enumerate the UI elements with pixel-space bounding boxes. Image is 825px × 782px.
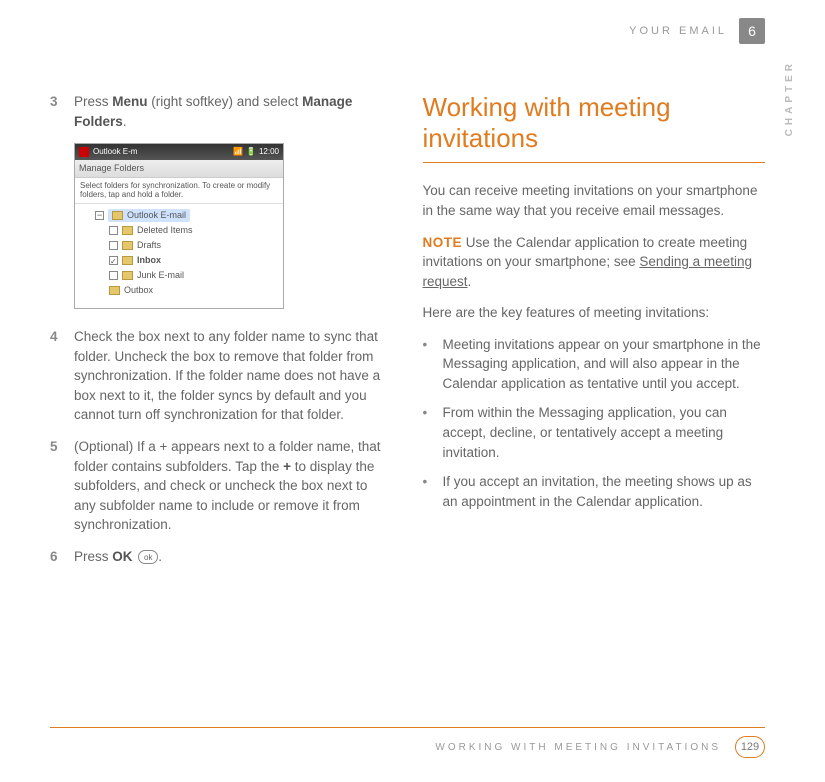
collapse-icon: − <box>95 211 104 220</box>
folder-icon <box>122 271 133 280</box>
chapter-number-badge: 6 <box>739 18 765 44</box>
text: (right softkey) and select <box>148 94 303 109</box>
text: . <box>158 549 162 564</box>
tree-item-label: Outbox <box>124 284 153 297</box>
paragraph: You can receive meeting invitations on y… <box>423 181 766 220</box>
embedded-screenshot: Outlook E-m 📶🔋12:00 Manage Folders Selec… <box>74 143 284 309</box>
bullet-list: Meeting invitations appear on your smart… <box>423 335 766 512</box>
page: YOUR EMAIL 6 CHAPTER 3 Press Menu (right… <box>0 0 825 782</box>
text: . <box>123 114 127 129</box>
tree-item-label: Junk E-mail <box>137 269 184 282</box>
page-footer: WORKING WITH MEETING INVITATIONS 129 <box>435 736 765 758</box>
windows-flag-icon <box>79 147 89 157</box>
checkbox-checked-icon <box>109 256 118 265</box>
bold: Menu <box>112 94 147 109</box>
tree-root-label: Outlook E-mail <box>127 209 186 222</box>
tree-item-label: Drafts <box>137 239 161 252</box>
bold: OK <box>112 549 132 564</box>
note-paragraph: NOTE Use the Calendar application to cre… <box>423 233 766 292</box>
step-3: 3 Press Menu (right softkey) and select … <box>50 92 393 131</box>
tree-item: Inbox <box>81 253 277 268</box>
tree-root: − Outlook E-mail <box>81 208 277 223</box>
step-body: (Optional) If a + appears next to a fold… <box>74 437 393 535</box>
tree-item-label: Inbox <box>137 254 161 267</box>
tree-item-label: Deleted Items <box>137 224 193 237</box>
tree-item: Deleted Items <box>81 223 277 238</box>
text: Press <box>74 549 112 564</box>
step-number: 5 <box>50 437 64 535</box>
battery-icon: 🔋 <box>246 147 256 156</box>
running-header: YOUR EMAIL 6 <box>629 18 765 44</box>
ss-folder-tree: − Outlook E-mail Deleted Items Drafts In… <box>75 204 283 308</box>
tree-item: Outbox <box>81 283 277 298</box>
text: Press <box>74 94 112 109</box>
list-item-text: Meeting invitations appear on your smart… <box>443 335 766 394</box>
right-column: Working with meeting invitations You can… <box>423 92 766 578</box>
status-icons: 📶🔋12:00 <box>230 146 279 158</box>
ss-title: Outlook E-m <box>93 146 137 158</box>
ss-time: 12:00 <box>259 147 279 156</box>
heading-rule <box>423 162 766 163</box>
footer-rule <box>50 727 765 728</box>
tree-item: Junk E-mail <box>81 268 277 283</box>
folder-icon <box>112 211 123 220</box>
footer-section-title: WORKING WITH MEETING INVITATIONS <box>435 742 721 753</box>
page-number: 129 <box>735 736 765 758</box>
step-5: 5 (Optional) If a + appears next to a fo… <box>50 437 393 535</box>
tree-item: Drafts <box>81 238 277 253</box>
folder-icon <box>122 226 133 235</box>
checkbox-icon <box>109 226 118 235</box>
checkbox-icon <box>109 271 118 280</box>
ss-titlebar: Outlook E-m 📶🔋12:00 <box>75 144 283 160</box>
step-number: 3 <box>50 92 64 131</box>
folder-icon <box>122 256 133 265</box>
step-4: 4 Check the box next to any folder name … <box>50 327 393 425</box>
list-item: If you accept an invitation, the meeting… <box>423 472 766 511</box>
text: . <box>468 274 472 289</box>
signal-icon: 📶 <box>233 147 243 156</box>
list-item: Meeting invitations appear on your smart… <box>423 335 766 394</box>
list-item-text: From within the Messaging application, y… <box>443 403 766 462</box>
list-item-text: If you accept an invitation, the meeting… <box>443 472 766 511</box>
note-label: NOTE <box>423 235 463 250</box>
left-column: 3 Press Menu (right softkey) and select … <box>50 92 393 578</box>
section-title: YOUR EMAIL <box>629 25 727 37</box>
folder-icon <box>109 286 120 295</box>
ss-hint: Select folders for synchronization. To c… <box>75 178 283 204</box>
step-body: Press Menu (right softkey) and select Ma… <box>74 92 393 131</box>
step-body: Check the box next to any folder name to… <box>74 327 393 425</box>
folder-icon <box>122 241 133 250</box>
ok-button-icon: ok <box>138 550 158 564</box>
chapter-label-vertical: CHAPTER <box>784 60 795 136</box>
step-number: 4 <box>50 327 64 425</box>
bold: + <box>283 459 291 474</box>
step-number: 6 <box>50 547 64 567</box>
list-item: From within the Messaging application, y… <box>423 403 766 462</box>
ss-subtitle: Manage Folders <box>75 160 283 178</box>
checkbox-icon <box>109 241 118 250</box>
step-body: Press OK ok. <box>74 547 393 567</box>
section-heading: Working with meeting invitations <box>423 92 766 154</box>
content-columns: 3 Press Menu (right softkey) and select … <box>50 92 765 578</box>
paragraph: Here are the key features of meeting inv… <box>423 303 766 323</box>
step-6: 6 Press OK ok. <box>50 547 393 567</box>
